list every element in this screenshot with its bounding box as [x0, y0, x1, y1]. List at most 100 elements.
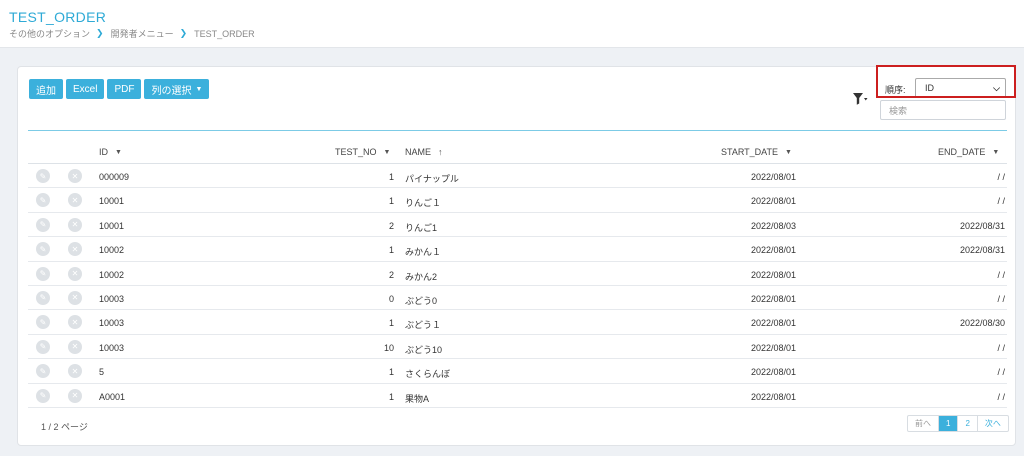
chevron-right-icon: ❯: [96, 28, 104, 38]
pdf-button[interactable]: PDF: [107, 79, 142, 99]
column-header-label: END_DATE: [938, 147, 986, 157]
cell-name: ぶどう１: [405, 320, 442, 331]
cell-start-date: 2022/08/01: [750, 342, 796, 353]
delete-x-icon[interactable]: ✕: [68, 193, 82, 208]
next-page-button[interactable]: 次へ: [978, 416, 1008, 431]
table-row: ✎ ✕ 5 1 さくらんぼ 2022/08/01 / /: [28, 359, 1007, 384]
table-row: ✎ ✕ 000009 1 パイナップル 2022/08/01 / /: [28, 164, 1007, 189]
cell-end-date: / /: [997, 367, 1005, 378]
cell-end-date: / /: [997, 172, 1005, 182]
sort-down-icon: ▼: [992, 148, 1000, 156]
table-row: ✎ ✕ 10001 2 りんご1 2022/08/03 2022/08/31: [28, 213, 1007, 238]
cell-id: A0001: [99, 391, 126, 402]
cell-name: りんご1: [405, 222, 438, 233]
cell-id: 10003: [99, 293, 125, 304]
cell-name: ぶどう10: [405, 344, 443, 355]
table-row: ✎ ✕ A0001 1 果物A 2022/08/01 / /: [28, 384, 1007, 408]
cell-id: 10001: [99, 196, 125, 207]
cell-id: 10001: [99, 220, 125, 231]
sort-down-icon: ▼: [115, 148, 122, 156]
cell-test-no: 0: [388, 293, 394, 304]
column-select-button[interactable]: 列の選択 ▼: [144, 79, 210, 99]
cell-test-no: 1: [388, 245, 394, 256]
excel-button[interactable]: Excel: [66, 79, 105, 99]
delete-x-icon[interactable]: ✕: [68, 388, 82, 403]
delete-x-icon[interactable]: ✕: [68, 315, 82, 330]
column-header-test-no[interactable]: TEST_NO ▼: [335, 147, 390, 157]
column-header-end-date[interactable]: END_DATE ▼: [938, 147, 999, 157]
cell-id: 10003: [99, 342, 125, 353]
column-header-label: NAME: [405, 147, 432, 157]
toolbar: 追加 Excel PDF 列の選択 ▼: [29, 79, 212, 99]
page-button-1[interactable]: 1: [939, 416, 959, 431]
cell-test-no: 10: [383, 342, 394, 353]
column-header-name[interactable]: NAME ↑: [405, 147, 443, 157]
cell-start-date: 2022/08/01: [750, 318, 796, 329]
edit-pencil-icon[interactable]: ✎: [36, 169, 50, 183]
table-row: ✎ ✕ 10002 2 みかん2 2022/08/01 / /: [28, 262, 1007, 286]
sort-up-arrow-icon: ↑: [438, 147, 443, 157]
delete-x-icon[interactable]: ✕: [68, 217, 82, 232]
table-row: ✎ ✕ 10003 1 ぶどう１ 2022/08/01 2022/08/30: [28, 310, 1007, 335]
table-row: ✎ ✕ 10001 1 りんご１ 2022/08/01 / /: [28, 188, 1007, 213]
column-header-label: TEST_NO: [335, 147, 377, 157]
cell-name: パイナップル: [405, 174, 459, 184]
cell-name: 果物A: [405, 393, 430, 404]
edit-pencil-icon[interactable]: ✎: [36, 266, 50, 281]
edit-pencil-icon[interactable]: ✎: [36, 388, 50, 403]
cell-test-no: 1: [388, 367, 394, 378]
cell-test-no: 1: [388, 318, 394, 329]
page-info: 1 / 2 ページ: [41, 422, 88, 432]
delete-x-icon[interactable]: ✕: [68, 364, 82, 379]
pagination: 前へ 1 2 次へ: [907, 415, 1009, 432]
table-divider: [28, 130, 1007, 131]
chevron-right-icon: ❯: [179, 28, 188, 38]
cell-end-date: / /: [997, 293, 1005, 304]
edit-pencil-icon[interactable]: ✎: [36, 242, 50, 257]
breadcrumb-item-options[interactable]: その他のオプション: [9, 27, 90, 40]
delete-x-icon[interactable]: ✕: [68, 290, 82, 305]
table-row: ✎ ✕ 10003 10 ぶどう10 2022/08/01 / /: [28, 335, 1007, 360]
edit-pencil-icon[interactable]: ✎: [36, 290, 50, 305]
cell-start-date: 2022/08/01: [750, 269, 796, 280]
column-select-label: 列の選択: [151, 85, 192, 97]
cell-test-no: 1: [388, 391, 394, 402]
highlight-annotation: [876, 65, 1016, 98]
edit-pencil-icon[interactable]: ✎: [36, 339, 50, 354]
column-header-id[interactable]: ID ▼: [99, 147, 122, 157]
delete-x-icon[interactable]: ✕: [68, 266, 82, 281]
filter-icon[interactable]: [852, 92, 868, 106]
cell-id: 10002: [99, 245, 125, 256]
edit-pencil-icon[interactable]: ✎: [36, 315, 50, 330]
edit-pencil-icon[interactable]: ✎: [36, 217, 50, 232]
cell-start-date: 2022/08/01: [750, 245, 796, 256]
table-row: ✎ ✕ 10003 0 ぶどう0 2022/08/01 / /: [28, 286, 1007, 311]
caret-down-icon: ▼: [195, 85, 203, 93]
cell-start-date: 2022/08/01: [750, 391, 796, 402]
delete-x-icon[interactable]: ✕: [68, 169, 82, 183]
edit-pencil-icon[interactable]: ✎: [36, 364, 50, 379]
edit-pencil-icon[interactable]: ✎: [36, 193, 50, 208]
cell-test-no: 2: [388, 220, 394, 231]
page-title: TEST_ORDER: [9, 9, 107, 25]
delete-x-icon[interactable]: ✕: [68, 242, 82, 257]
breadcrumb-item-developer-menu[interactable]: 開発者メニュー: [111, 27, 174, 40]
add-button[interactable]: 追加: [29, 79, 63, 99]
search-input[interactable]: 検索: [880, 100, 1006, 120]
cell-end-date: / /: [997, 342, 1005, 353]
cell-end-date: / /: [997, 269, 1005, 280]
cell-test-no: 1: [388, 172, 394, 182]
cell-test-no: 1: [388, 196, 394, 207]
page-button-2[interactable]: 2: [958, 416, 978, 431]
prev-page-button[interactable]: 前へ: [908, 416, 939, 431]
cell-start-date: 2022/08/01: [750, 196, 796, 207]
cell-id: 000009: [99, 172, 130, 182]
sort-down-icon: ▼: [383, 148, 391, 156]
cell-id: 10003: [99, 318, 125, 329]
sort-down-icon: ▼: [785, 148, 792, 156]
column-header-start-date[interactable]: START_DATE ▼: [721, 147, 792, 157]
cell-name: みかん１: [405, 247, 442, 258]
delete-x-icon[interactable]: ✕: [68, 339, 82, 354]
table-row: ✎ ✕ 10002 1 みかん１ 2022/08/01 2022/08/31: [28, 237, 1007, 262]
cell-id: 10002: [99, 269, 125, 280]
